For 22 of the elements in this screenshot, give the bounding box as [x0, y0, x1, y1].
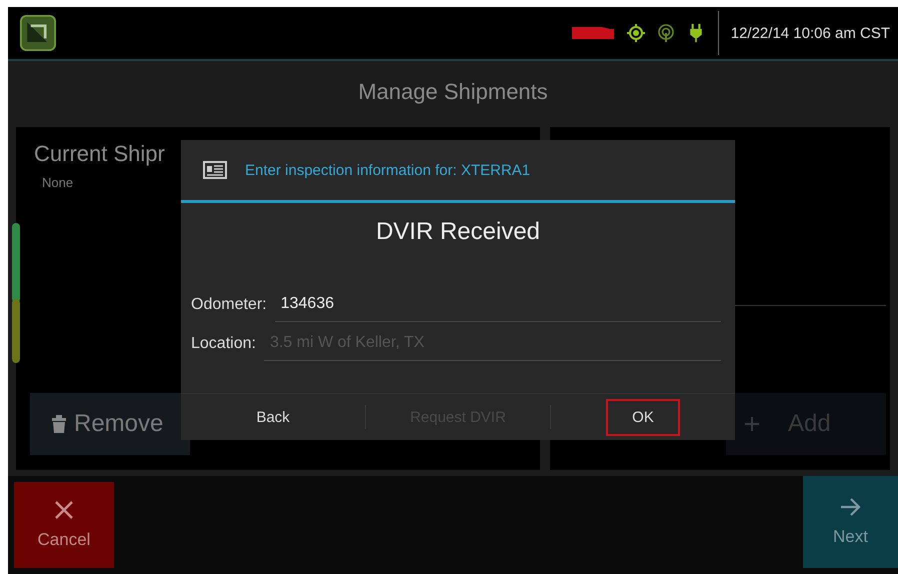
input-field[interactable]: 134636 — [274, 291, 721, 322]
dialog-button[interactable]: OK — [606, 398, 680, 436]
screen-title: Manage Shipments — [358, 79, 548, 105]
app-logo-icon[interactable] — [20, 15, 56, 51]
trash-icon — [52, 415, 66, 433]
panel-title: Current Shipr — [34, 141, 166, 167]
dialog-header: Enter inspection information for: XTERRA1 — [245, 162, 530, 178]
dialog-title: DVIR Received — [376, 218, 540, 246]
plus-icon — [744, 416, 760, 432]
field-label: Location: — [191, 335, 256, 354]
close-icon — [53, 500, 75, 520]
next-button[interactable]: Next — [803, 476, 898, 568]
cancel-button[interactable]: Cancel — [14, 482, 114, 568]
dialog-button[interactable]: Back — [230, 398, 316, 436]
date-time: 12/22/14 10:06 am CST — [730, 24, 890, 42]
signal-icon — [656, 23, 676, 43]
gps-icon — [626, 23, 646, 43]
form-icon — [203, 161, 227, 179]
arrow-right-icon — [840, 497, 862, 517]
field-label: Odometer: — [191, 296, 267, 315]
remove-button[interactable]: Remove — [30, 393, 190, 455]
panel-value: None — [42, 175, 74, 190]
